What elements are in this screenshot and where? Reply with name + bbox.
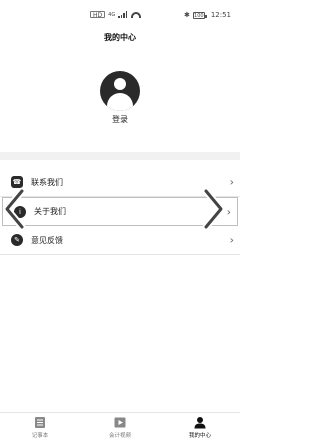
tab-notebook[interactable]: 记事本 — [0, 413, 80, 442]
notebook-icon — [35, 417, 45, 428]
battery-icon: 100 — [192, 11, 207, 19]
status-right: ✱ 100 12:51 — [184, 11, 231, 19]
page-title: 我的中心 — [104, 33, 136, 42]
tab-label: 我的中心 — [188, 433, 211, 439]
next-arrow-icon[interactable] — [196, 186, 228, 232]
user-icon — [194, 417, 206, 429]
tab-my-center[interactable]: 我的中心 — [160, 413, 240, 442]
status-time: 12:51 — [210, 11, 231, 19]
network-label: 4G — [108, 11, 116, 18]
status-bar: HD 4G ✱ 100 12:51 — [0, 0, 240, 30]
avatar-body — [107, 93, 133, 111]
chevron-right-icon: › — [229, 175, 234, 189]
tab-video[interactable]: 会计视频 — [80, 413, 160, 442]
status-left: HD 4G — [90, 11, 142, 19]
chevron-right-icon: › — [229, 233, 234, 247]
menu-item-label: 关于我们 — [34, 207, 66, 216]
user-avatar-icon[interactable] — [100, 71, 140, 111]
menu-item-label: 联系我们 — [31, 177, 63, 187]
tab-label: 会计视频 — [108, 433, 131, 439]
previous-arrow-icon[interactable] — [0, 186, 32, 232]
bottom-tab-bar: 记事本 会计视频 我的中心 — [0, 412, 240, 442]
menu-item-label: 意见反馈 — [31, 235, 63, 245]
my-center-screen: HD 4G ✱ 100 12:51 我的中心 登录 ☎ 联系我们 › i 关于我… — [0, 0, 240, 442]
sim-indicator: HD — [90, 11, 106, 19]
signal-icon — [118, 11, 128, 18]
tab-label: 记事本 — [31, 433, 49, 439]
bluetooth-icon: ✱ — [183, 11, 190, 19]
wifi-icon — [131, 11, 142, 18]
video-icon — [114, 417, 126, 428]
feedback-icon: ✎ — [11, 234, 23, 246]
login-link[interactable]: 登录 — [0, 114, 240, 125]
avatar-head — [114, 78, 126, 90]
section-divider — [0, 152, 240, 160]
